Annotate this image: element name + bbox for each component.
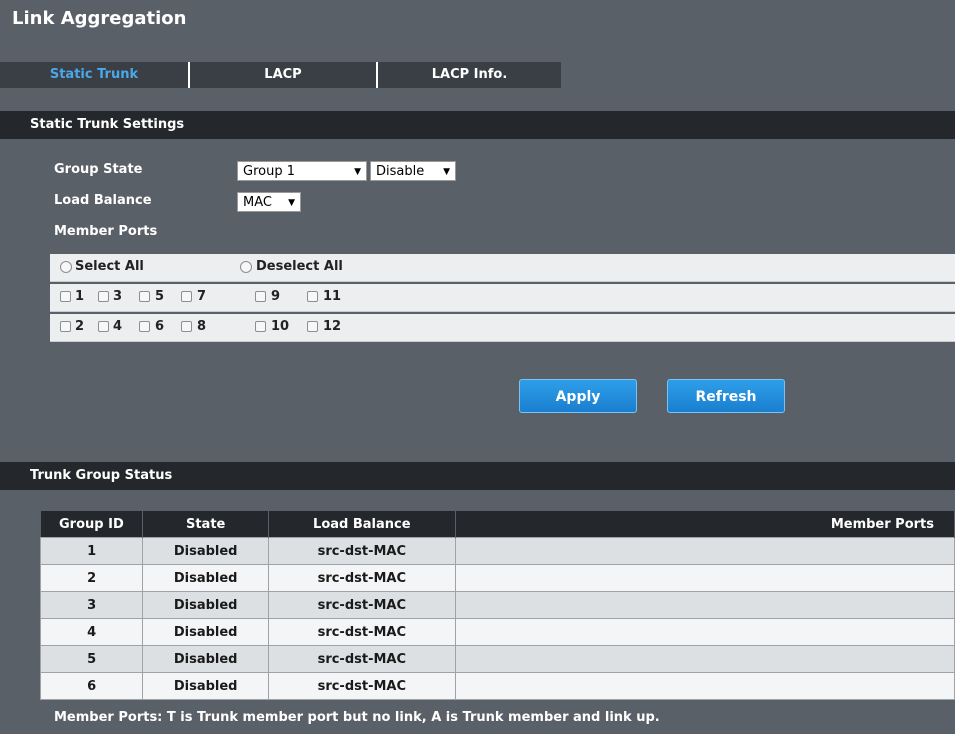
- member-ports-cell: [454, 537, 955, 565]
- refresh-button[interactable]: Refresh: [667, 379, 785, 413]
- port-label: 3: [113, 289, 123, 304]
- table-header-row: Group ID State Load Balance Member Ports: [40, 511, 955, 538]
- tab-static-trunk[interactable]: Static Trunk: [0, 62, 188, 88]
- load-balance-cell: src-dst-MAC: [268, 564, 456, 592]
- state-cell: Disabled: [142, 537, 270, 565]
- port-checkbox[interactable]: [98, 321, 109, 332]
- column-header-member-ports: Member Ports: [455, 511, 955, 538]
- deselect-all-radio[interactable]: [240, 261, 252, 273]
- load-balance-cell: src-dst-MAC: [268, 618, 456, 646]
- load-balance-cell: src-dst-MAC: [268, 645, 456, 673]
- tab-bar: Static Trunk LACP LACP Info.: [0, 62, 561, 88]
- load-balance-cell: src-dst-MAC: [268, 672, 456, 700]
- trunk-group-status-table: Group ID State Load Balance Member Ports…: [39, 511, 955, 700]
- load-balance-cell: src-dst-MAC: [268, 537, 456, 565]
- dropdown-arrow-icon: ▼: [288, 198, 295, 208]
- port-checkbox[interactable]: [139, 321, 150, 332]
- tab-lacp[interactable]: LACP: [190, 62, 376, 88]
- port-checkbox[interactable]: [255, 321, 266, 332]
- column-header-group-id: Group ID: [40, 511, 144, 538]
- group-id-cell: 4: [39, 618, 144, 646]
- port-label: 8: [197, 319, 207, 334]
- group-id-cell: 2: [39, 564, 144, 592]
- member-ports-cell: [454, 672, 955, 700]
- port-checkbox[interactable]: [255, 291, 266, 302]
- dropdown-arrow-icon: ▼: [354, 167, 361, 177]
- odd-ports-row: 1 3 5 7 9 11: [50, 284, 955, 312]
- group-select[interactable]: Group 1 ▼: [237, 161, 367, 181]
- state-cell: Disabled: [142, 591, 270, 619]
- member-ports-cell: [454, 618, 955, 646]
- port-label: 1: [75, 289, 85, 304]
- static-trunk-settings-header: Static Trunk Settings: [0, 111, 955, 139]
- group-id-cell: 5: [39, 645, 144, 673]
- state-cell: Disabled: [142, 672, 270, 700]
- port-label: 10: [271, 319, 290, 334]
- apply-button[interactable]: Apply: [519, 379, 637, 413]
- port-checkbox[interactable]: [60, 321, 71, 332]
- port-checkbox[interactable]: [60, 291, 71, 302]
- group-id-cell: 6: [39, 672, 144, 700]
- tab-lacp-info[interactable]: LACP Info.: [378, 62, 561, 88]
- table-row: 5 Disabled src-dst-MAC: [39, 645, 955, 673]
- state-select[interactable]: Disable ▼: [370, 161, 456, 181]
- member-ports-label: Member Ports: [54, 224, 158, 239]
- group-state-label: Group State: [54, 162, 143, 177]
- select-all-label: Select All: [75, 259, 144, 274]
- table-row: 2 Disabled src-dst-MAC: [39, 564, 955, 592]
- port-label: 6: [155, 319, 165, 334]
- port-label: 4: [113, 319, 123, 334]
- column-header-state: State: [142, 511, 270, 538]
- table-row: 3 Disabled src-dst-MAC: [39, 591, 955, 619]
- column-header-load-balance: Load Balance: [268, 511, 456, 538]
- select-all-radio[interactable]: [60, 261, 72, 273]
- port-checkbox[interactable]: [98, 291, 109, 302]
- port-label: 9: [271, 289, 281, 304]
- member-ports-cell: [454, 591, 955, 619]
- page-title: Link Aggregation: [12, 8, 187, 29]
- port-label: 5: [155, 289, 165, 304]
- load-balance-select[interactable]: MAC ▼: [237, 192, 301, 212]
- group-id-cell: 3: [39, 591, 144, 619]
- port-label: 2: [75, 319, 85, 334]
- table-row: 1 Disabled src-dst-MAC: [39, 537, 955, 565]
- member-ports-footnote: Member Ports: T is Trunk member port but…: [54, 710, 660, 725]
- load-balance-select-value: MAC: [243, 195, 272, 210]
- port-checkbox[interactable]: [307, 291, 318, 302]
- state-cell: Disabled: [142, 564, 270, 592]
- group-select-value: Group 1: [243, 164, 295, 179]
- port-checkbox[interactable]: [139, 291, 150, 302]
- trunk-group-status-header: Trunk Group Status: [0, 462, 955, 490]
- load-balance-label: Load Balance: [54, 193, 152, 208]
- member-ports-cell: [454, 645, 955, 673]
- port-checkbox[interactable]: [307, 321, 318, 332]
- group-id-cell: 1: [39, 537, 144, 565]
- port-checkbox[interactable]: [181, 291, 192, 302]
- state-cell: Disabled: [142, 645, 270, 673]
- state-cell: Disabled: [142, 618, 270, 646]
- port-label: 12: [323, 319, 342, 334]
- dropdown-arrow-icon: ▼: [443, 167, 450, 177]
- port-label: 11: [323, 289, 342, 304]
- even-ports-row: 2 4 6 8 10 12: [50, 314, 955, 342]
- table-row: 4 Disabled src-dst-MAC: [39, 618, 955, 646]
- state-select-value: Disable: [376, 164, 425, 179]
- port-label: 7: [197, 289, 207, 304]
- deselect-all-label: Deselect All: [256, 259, 343, 274]
- member-ports-cell: [454, 564, 955, 592]
- select-options-row: Select All Deselect All: [50, 254, 955, 282]
- load-balance-cell: src-dst-MAC: [268, 591, 456, 619]
- table-row: 6 Disabled src-dst-MAC: [39, 672, 955, 700]
- port-checkbox[interactable]: [181, 321, 192, 332]
